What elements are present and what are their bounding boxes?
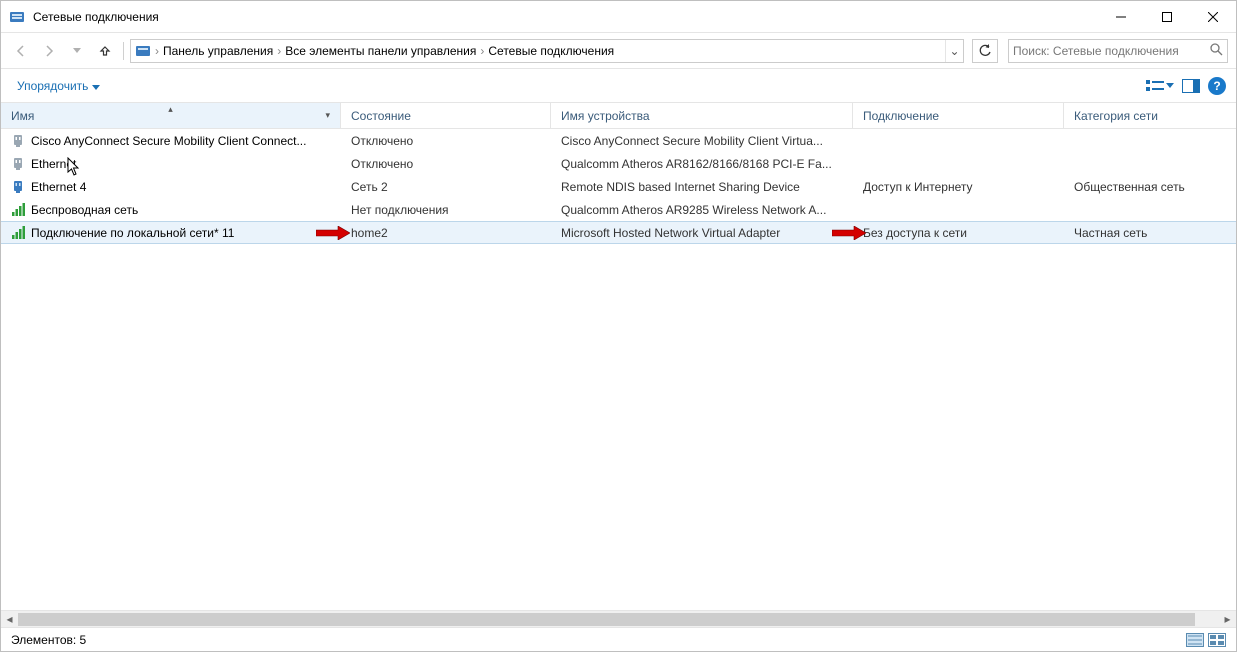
- column-category[interactable]: Категория сети: [1064, 103, 1236, 128]
- search-icon[interactable]: [1210, 43, 1223, 59]
- refresh-button[interactable]: [972, 39, 998, 63]
- large-icons-view-button[interactable]: [1208, 633, 1226, 647]
- cell-category: Частная сеть: [1064, 226, 1236, 240]
- window: Сетевые подключения › Панель управления …: [0, 0, 1237, 652]
- cell-name: Ethernet: [1, 157, 341, 171]
- maximize-button[interactable]: [1144, 1, 1190, 32]
- window-title: Сетевые подключения: [33, 10, 159, 24]
- organize-menu[interactable]: Упорядочить: [11, 75, 106, 97]
- titlebar: Сетевые подключения: [1, 1, 1236, 33]
- toolbar: Упорядочить ?: [1, 69, 1236, 103]
- organize-label: Упорядочить: [17, 79, 88, 93]
- column-headers: ▴ Имя ▾ Состояние Имя устройства Подключ…: [1, 103, 1236, 129]
- connection-name: Подключение по локальной сети* 11: [31, 226, 234, 240]
- cell-state: Отключено: [341, 134, 551, 148]
- scroll-left-button[interactable]: ◂: [1, 612, 18, 627]
- cell-device-name: Remote NDIS based Internet Sharing Devic…: [551, 180, 853, 194]
- cell-name: Ethernet 4: [1, 180, 341, 194]
- table-row[interactable]: Cisco AnyConnect Secure Mobility Client …: [1, 129, 1236, 152]
- scroll-right-button[interactable]: ▸: [1219, 612, 1236, 627]
- minimize-button[interactable]: [1098, 1, 1144, 32]
- location-icon: [133, 41, 153, 61]
- network-adapter-icon: [11, 180, 25, 194]
- search-placeholder: Поиск: Сетевые подключения: [1013, 44, 1210, 58]
- cell-device-name: Qualcomm Atheros AR8162/8166/8168 PCI-E …: [551, 157, 853, 171]
- view-options-button[interactable]: [1146, 79, 1174, 93]
- connection-name: Ethernet: [31, 157, 76, 171]
- cell-category: Общественная сеть: [1064, 180, 1236, 194]
- address-history-button[interactable]: ⌄: [945, 40, 963, 62]
- network-adapter-icon: [11, 226, 25, 240]
- scroll-thumb[interactable]: [18, 613, 1195, 626]
- breadcrumb-item[interactable]: Все элементы панели управления: [281, 44, 480, 58]
- cell-state: home2: [341, 226, 551, 240]
- cell-connectivity: Без доступа к сети: [853, 226, 1064, 240]
- chevron-down-icon[interactable]: ▾: [325, 110, 330, 121]
- cell-connectivity: Доступ к Интернету: [853, 180, 1064, 194]
- details-view-button[interactable]: [1186, 633, 1204, 647]
- scroll-track[interactable]: [18, 612, 1219, 627]
- horizontal-scrollbar[interactable]: ◂ ▸: [1, 610, 1236, 627]
- network-adapter-icon: [11, 157, 25, 171]
- column-connectivity[interactable]: Подключение: [853, 103, 1064, 128]
- status-items-count: 5: [80, 633, 87, 647]
- cell-name: Подключение по локальной сети* 11: [1, 226, 341, 240]
- search-input[interactable]: Поиск: Сетевые подключения: [1008, 39, 1228, 63]
- cell-state: Нет подключения: [341, 203, 551, 217]
- forward-button[interactable]: [37, 39, 61, 63]
- status-bar: Элементов: 5: [1, 627, 1236, 651]
- window-controls: [1098, 1, 1236, 32]
- app-icon: [9, 9, 25, 25]
- up-button[interactable]: [93, 39, 117, 63]
- nav-row: › Панель управления › Все элементы панел…: [1, 33, 1236, 69]
- table-row[interactable]: Ethernet 4 Сеть 2Remote NDIS based Intern…: [1, 175, 1236, 198]
- column-label: Подключение: [863, 109, 939, 123]
- column-name[interactable]: ▴ Имя ▾: [1, 103, 341, 128]
- sort-ascending-icon: ▴: [168, 104, 173, 115]
- cell-device-name: Cisco AnyConnect Secure Mobility Client …: [551, 134, 853, 148]
- annotation-arrow: [832, 226, 866, 240]
- column-label: Категория сети: [1074, 109, 1158, 123]
- recent-locations-button[interactable]: [65, 39, 89, 63]
- breadcrumb-item[interactable]: Сетевые подключения: [484, 44, 618, 58]
- connection-name: Беспроводная сеть: [31, 203, 138, 217]
- column-label: Имя устройства: [561, 109, 650, 123]
- connections-list: Cisco AnyConnect Secure Mobility Client …: [1, 129, 1236, 610]
- address-bar[interactable]: › Панель управления › Все элементы панел…: [130, 39, 964, 63]
- column-label: Состояние: [351, 109, 411, 123]
- table-row[interactable]: Беспроводная сеть Нет подключенияQualcomm…: [1, 198, 1236, 221]
- cell-device-name: Microsoft Hosted Network Virtual Adapter: [551, 226, 853, 240]
- table-row[interactable]: Ethernet ОтключеноQualcomm Atheros AR8162…: [1, 152, 1236, 175]
- close-button[interactable]: [1190, 1, 1236, 32]
- connection-name: Ethernet 4: [31, 180, 86, 194]
- chevron-down-icon: [92, 79, 100, 93]
- cell-device-name: Qualcomm Atheros AR9285 Wireless Network…: [551, 203, 853, 217]
- cell-name: Cisco AnyConnect Secure Mobility Client …: [1, 134, 341, 148]
- back-button[interactable]: [9, 39, 33, 63]
- connection-name: Cisco AnyConnect Secure Mobility Client …: [31, 134, 306, 148]
- nav-separator: [123, 42, 124, 60]
- preview-pane-button[interactable]: [1182, 79, 1200, 93]
- status-items-label: Элементов:: [11, 633, 76, 647]
- breadcrumb-item[interactable]: Панель управления: [159, 44, 277, 58]
- column-label: Имя: [11, 109, 34, 123]
- annotation-arrow: [316, 226, 350, 240]
- table-row[interactable]: Подключение по локальной сети* 11 home2Mi…: [1, 221, 1236, 244]
- column-state[interactable]: Состояние: [341, 103, 551, 128]
- cell-name: Беспроводная сеть: [1, 203, 341, 217]
- cell-state: Сеть 2: [341, 180, 551, 194]
- network-adapter-icon: [11, 203, 25, 217]
- cell-state: Отключено: [341, 157, 551, 171]
- help-button[interactable]: ?: [1208, 77, 1226, 95]
- column-device-name[interactable]: Имя устройства: [551, 103, 853, 128]
- network-adapter-icon: [11, 134, 25, 148]
